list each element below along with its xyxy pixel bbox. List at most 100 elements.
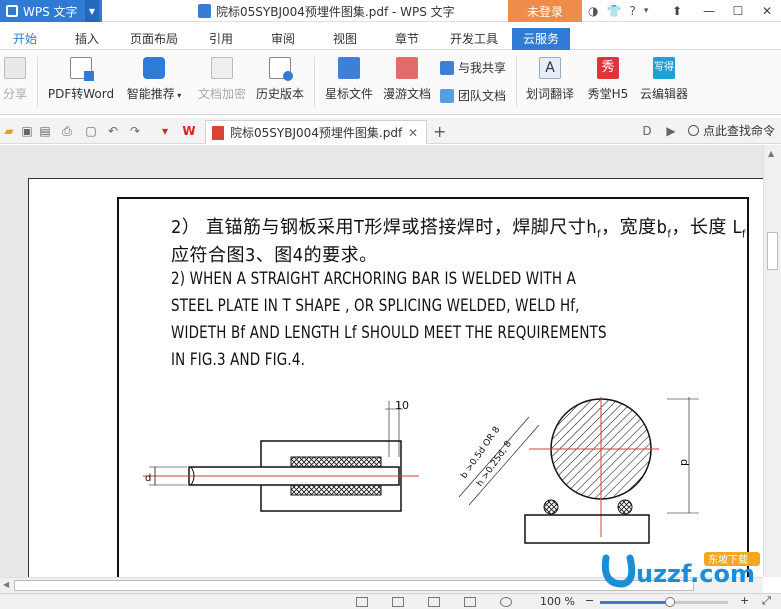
xiutang-icon: 秀	[597, 57, 619, 79]
document-tab[interactable]: 院标05SYBJ004预埋件图集.pdf ✕	[205, 120, 427, 144]
shirt-icon[interactable]: 👕	[606, 4, 621, 18]
translate-icon: A	[539, 57, 561, 79]
tab-cloud-service[interactable]: 云服务	[512, 28, 570, 50]
maximize-icon[interactable]: ☐	[724, 0, 752, 22]
xiutang-h5-button[interactable]: 秀 秀堂H5	[584, 57, 632, 102]
dim-d-left: d	[145, 473, 151, 484]
zoom-slider-knob[interactable]	[665, 597, 676, 607]
cloud-editor-icon: 写得	[653, 57, 675, 79]
scroll-left-icon[interactable]: ◀	[3, 580, 9, 589]
login-button[interactable]: 未登录	[508, 0, 582, 22]
ribbon: 分享 PDF转Word 智能推荐 ▾ 文档加密 历史版本 星标文件 漫游文档 与…	[0, 51, 781, 115]
dim-d-right: d	[678, 459, 691, 466]
tab-insert[interactable]: 插入	[62, 28, 112, 50]
web-view-icon[interactable]	[428, 597, 440, 607]
cn-line-2: 应符合图3、图4的要求。	[171, 245, 378, 266]
doc-encrypt-button[interactable]: 文档加密	[196, 57, 248, 102]
zoom-in-button[interactable]: +	[740, 594, 749, 607]
document-tab-title: 院标05SYBJ004预埋件图集.pdf	[230, 126, 403, 140]
team-icon	[440, 88, 454, 103]
restore-up-icon[interactable]: ⬆	[663, 0, 691, 22]
print-preview-icon[interactable]: ▢	[84, 124, 98, 138]
en-line-3: WIDETH Bf AND LENGTH Lf SHOULD MEET THE …	[171, 323, 607, 343]
pdf-to-word-label: PDF转Word	[47, 87, 115, 101]
close-icon[interactable]: ✕	[753, 0, 781, 22]
close-tab-icon[interactable]: ✕	[408, 126, 418, 140]
lock-document-icon	[211, 57, 233, 79]
drawing-frame: 2） 直锚筋与钢板采用T形焊或搭接焊时，焊脚尺寸hf，宽度bf，长度 Lf 应符…	[117, 197, 749, 577]
uzzf-badge-text: 东坡下载	[708, 553, 748, 566]
zoom-out-button[interactable]: −	[585, 594, 594, 607]
new-tab-icon[interactable]: +	[433, 122, 446, 141]
document-canvas[interactable]: 2） 直锚筋与钢板采用T形焊或搭接焊时，焊脚尺寸hf，宽度bf，长度 Lf 应符…	[0, 145, 763, 577]
share-label: 分享	[2, 87, 27, 101]
ribbon-divider	[37, 57, 38, 107]
tab-page-layout[interactable]: 页面布局	[124, 28, 184, 50]
titlebar-icons: ◑ 👕 ? ▾	[588, 0, 648, 22]
tab-references[interactable]: 引用	[196, 28, 246, 50]
window-title-text: 院标05SYBJ004预埋件图集.pdf - WPS 文字	[216, 4, 455, 19]
roam-docs-button[interactable]: 漫游文档	[380, 57, 434, 102]
tab-chapter[interactable]: 章节	[382, 28, 432, 50]
customize-quick-access-icon[interactable]: ▾	[158, 124, 172, 138]
fit-page-icon[interactable]: ⤢	[762, 594, 771, 608]
star-files-label: 星标文件	[324, 87, 373, 101]
pdf-page: 2） 直锚筋与钢板采用T形焊或搭接焊时，焊脚尺寸hf，宽度bf，长度 Lf 应符…	[28, 178, 763, 577]
scroll-up-icon[interactable]: ▲	[768, 149, 774, 158]
smart-recommend-icon	[143, 57, 165, 79]
star-files-button[interactable]: 星标文件	[322, 57, 376, 102]
fig3-lap-weld: d 10	[143, 399, 419, 512]
chevron-down-icon[interactable]: ▼	[85, 0, 99, 22]
help-icon[interactable]: ?	[629, 4, 635, 18]
tab-review[interactable]: 审阅	[258, 28, 308, 50]
cn-line-1-c: ，长度 L	[671, 217, 743, 238]
cloud-editor-label: 云编辑器	[639, 87, 688, 101]
page-view-icon[interactable]	[392, 597, 404, 607]
team-docs-label: 团队文档	[458, 89, 507, 103]
history-version-button[interactable]: 历史版本	[254, 57, 306, 102]
help-dropdown-icon[interactable]: ▾	[644, 6, 649, 16]
save-icon[interactable]: ▣	[20, 124, 34, 138]
en-line-4: IN FIG.3 AND FIG.4.	[171, 350, 306, 370]
navigation-icon[interactable]: ▶	[664, 124, 678, 138]
redo-icon[interactable]: ↷	[128, 124, 142, 138]
reading-mode-icon[interactable]	[500, 597, 512, 607]
history-icon	[269, 57, 293, 81]
full-screen-icon[interactable]	[356, 597, 368, 607]
app-name: WPS 文字	[23, 4, 78, 19]
smart-recommend-button[interactable]: 智能推荐 ▾	[122, 57, 186, 102]
print-icon[interactable]: ⎙	[60, 124, 74, 138]
zoom-level[interactable]: 100 %	[540, 595, 575, 608]
share-button[interactable]: 分享	[0, 57, 30, 102]
open-folder-icon[interactable]: ▰	[2, 124, 16, 138]
cloud-editor-button[interactable]: 写得 云编辑器	[636, 57, 692, 102]
team-docs-button[interactable]: 团队文档	[440, 87, 506, 104]
horizontal-scroll-thumb[interactable]	[14, 580, 694, 591]
wps-document-icon	[198, 4, 211, 18]
tab-view[interactable]: 视图	[320, 28, 370, 50]
uzzf-logo: uzzf.com 东坡下载	[601, 552, 760, 588]
skin-icon[interactable]: ◑	[588, 4, 598, 18]
document-options-icon[interactable]: D	[640, 124, 654, 138]
pdf-to-word-button[interactable]: PDF转Word	[45, 57, 117, 102]
search-icon	[688, 125, 699, 136]
minimize-icon[interactable]: —	[695, 0, 723, 22]
export-pdf-icon[interactable]: ▤	[38, 124, 52, 138]
word-translate-button[interactable]: A 划词翻译	[522, 57, 578, 102]
tab-developer[interactable]: 开发工具	[444, 28, 504, 50]
undo-icon[interactable]: ↶	[106, 124, 120, 138]
command-search[interactable]: 点此查找命令	[688, 122, 775, 139]
star-folder-icon	[338, 57, 360, 79]
share-with-me-button[interactable]: 与我共享	[440, 59, 506, 76]
app-menu-button[interactable]: WPS 文字 ▼	[0, 0, 102, 22]
zoom-slider[interactable]	[600, 597, 728, 607]
cn-line-1-sub-3: f	[742, 227, 747, 241]
vertical-scrollbar[interactable]: ▲	[763, 145, 781, 577]
dim-10: 10	[395, 399, 409, 412]
ribbon-divider	[516, 57, 517, 107]
tab-home[interactable]: 开始	[0, 28, 50, 50]
outline-view-icon[interactable]	[464, 597, 476, 607]
wps-home-icon[interactable]: W	[182, 124, 196, 138]
vertical-scroll-thumb[interactable]	[767, 232, 778, 270]
pdf-to-word-icon	[70, 57, 94, 81]
